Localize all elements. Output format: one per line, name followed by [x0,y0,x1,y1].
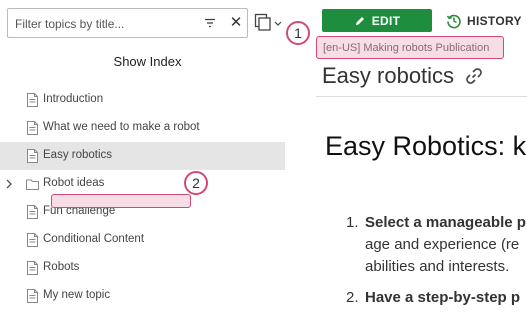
topic-label: Introduction [43,93,104,105]
topic-item[interactable]: Introduction [0,86,285,114]
list-item-bold: Select a manageable p [365,214,526,231]
document-icon [27,149,38,163]
list-item-text: age and experience (re [365,236,520,253]
callout-marker-2: 2 [184,171,208,195]
page-title-row: Easy robotics [322,63,484,89]
edit-button-label: EDIT [371,13,401,28]
topic-label: Easy robotics [43,149,113,161]
link-icon[interactable] [464,66,484,86]
document-icon [27,233,38,247]
divider [316,96,527,97]
copy-dropdown-icon[interactable] [254,13,284,33]
topic-content: EDIT HISTORY [en-US] Making robots Publi… [316,0,527,313]
callout-marker-1: 1 [286,21,310,45]
history-button[interactable]: HISTORY [446,11,522,31]
topic-item[interactable]: My new topic [0,282,285,310]
article-heading: Easy Robotics: ke [325,131,527,161]
topic-item[interactable]: Conditional Content [0,226,285,254]
pencil-icon [355,16,364,25]
topic-label: Robot ideas [43,177,105,189]
document-icon [27,289,38,303]
topic-label: Conditional Content [43,233,145,245]
topic-sidebar: ✕ Show Index Introduction What we need t… [0,0,300,313]
list-item: 1. Select a manageable p age and experie… [346,212,527,278]
document-icon [27,261,38,275]
topic-item[interactable]: What we need to make a robot [0,114,285,142]
edit-button[interactable]: EDIT [322,9,432,32]
list-item-number: 2. [346,289,359,306]
list-item-bold: Have a step-by-step p [365,289,521,306]
topic-label: My new topic [43,289,111,301]
filter-box: ✕ [7,8,248,38]
topic-label: What we need to make a robot [43,121,200,133]
history-button-label: HISTORY [467,14,522,28]
filter-topics-input[interactable] [15,15,195,33]
folder-icon [26,179,39,190]
list-item-text: abilities and interests. [365,258,510,275]
article-ordered-list: 1. Select a manageable p age and experie… [346,212,527,309]
topic-label: Robots [43,261,80,273]
chevron-right-icon[interactable] [4,177,14,191]
callout-number: 2 [192,175,200,191]
topic-item[interactable]: Robots [0,254,285,282]
document-icon [27,205,38,219]
document-icon [27,93,38,107]
list-item-number: 1. [346,214,359,231]
history-icon [446,14,461,29]
callout-number: 1 [294,25,302,41]
show-index-link[interactable]: Show Index [0,54,295,69]
publication-badge[interactable]: [en-US] Making robots Publication [316,36,504,59]
topic-item-selected[interactable]: Easy robotics [0,142,285,170]
filter-icon[interactable] [203,16,217,30]
close-icon[interactable]: ✕ [228,15,244,31]
callout-highlight-box [51,194,191,208]
list-item: 2. Have a step-by-step p [346,287,527,309]
page-title: Easy robotics [322,63,455,88]
document-icon [27,121,38,135]
